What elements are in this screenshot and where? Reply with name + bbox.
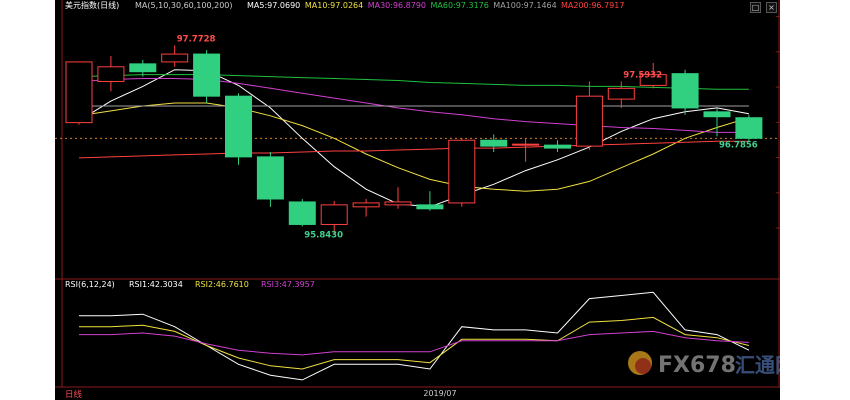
watermark-text: FX678 bbox=[658, 353, 736, 378]
rsi-header: RSI(6,12,24) bbox=[65, 280, 115, 289]
ma-legend-item: MA10:97.0264 bbox=[305, 1, 363, 10]
candle-body bbox=[320, 204, 348, 225]
ma-legend-item: MA200:96.7917 bbox=[561, 1, 624, 10]
rsi-legend-item: RSI2:46.7610 bbox=[195, 280, 249, 289]
ma-line-ma5 bbox=[78, 69, 749, 208]
ma-line-ma200 bbox=[78, 140, 749, 159]
candle-body bbox=[256, 156, 284, 200]
candle-body bbox=[703, 111, 731, 118]
candle-body bbox=[671, 73, 699, 109]
date-label: 2019/07 bbox=[423, 389, 456, 398]
candle-body bbox=[161, 53, 189, 63]
candle-body bbox=[416, 204, 444, 210]
rsi-legend-item: RSI3:47.3957 bbox=[261, 280, 315, 289]
candle-body bbox=[288, 201, 316, 225]
logo-inner-icon bbox=[635, 358, 651, 374]
watermark-cn-text: 汇通网 bbox=[735, 353, 780, 377]
candle-body bbox=[129, 63, 157, 73]
price-annotation: 96.7856 bbox=[719, 140, 758, 150]
candle-body bbox=[607, 87, 635, 100]
chart-window: 98.062598.062597.702797.702797.342997.34… bbox=[0, 0, 850, 400]
candle-body bbox=[480, 139, 508, 147]
ma-legend-item: MA100:97.1464 bbox=[493, 1, 556, 10]
ma-header: MA(5,10,30,60,100,200) bbox=[135, 1, 233, 10]
price-annotation: 97.5932 bbox=[623, 70, 662, 80]
rsi-line-rsi3 bbox=[79, 330, 749, 356]
restore-icon[interactable]: □ bbox=[750, 2, 761, 13]
candle-body bbox=[225, 95, 252, 158]
candle-body bbox=[544, 144, 571, 149]
ma-legend-item: MA5:97.0690 bbox=[247, 1, 300, 10]
chart-panel: 98.062598.062597.702797.702797.342997.34… bbox=[55, 0, 780, 400]
candle-body bbox=[65, 61, 93, 124]
period-label: 日线 bbox=[65, 389, 83, 400]
ma-legend-item: MA60:97.3176 bbox=[431, 1, 489, 10]
candle-body bbox=[512, 143, 540, 146]
candle-body bbox=[97, 66, 125, 82]
rsi-legend-item: RSI1:42.3034 bbox=[129, 280, 183, 289]
watermark-logo: FX678汇通网 bbox=[628, 351, 780, 378]
candle-body bbox=[735, 117, 763, 139]
candle-body bbox=[352, 202, 380, 208]
chart-title: 美元指数(日线) bbox=[65, 0, 119, 10]
ma-line-ma10 bbox=[78, 102, 750, 192]
candle-body bbox=[575, 95, 603, 147]
ma-legend-item: MA30:96.8790 bbox=[368, 1, 426, 10]
ma-line-ma30 bbox=[78, 78, 749, 133]
price-annotation: 97.7728 bbox=[177, 34, 216, 44]
close-icon[interactable]: × bbox=[766, 2, 777, 13]
candle-body bbox=[384, 201, 412, 206]
price-annotation: 95.8430 bbox=[304, 230, 343, 240]
candle-body bbox=[193, 53, 221, 97]
candle-body bbox=[448, 139, 476, 204]
price-chart: 98.062598.062597.702797.702797.342997.34… bbox=[55, 0, 780, 400]
